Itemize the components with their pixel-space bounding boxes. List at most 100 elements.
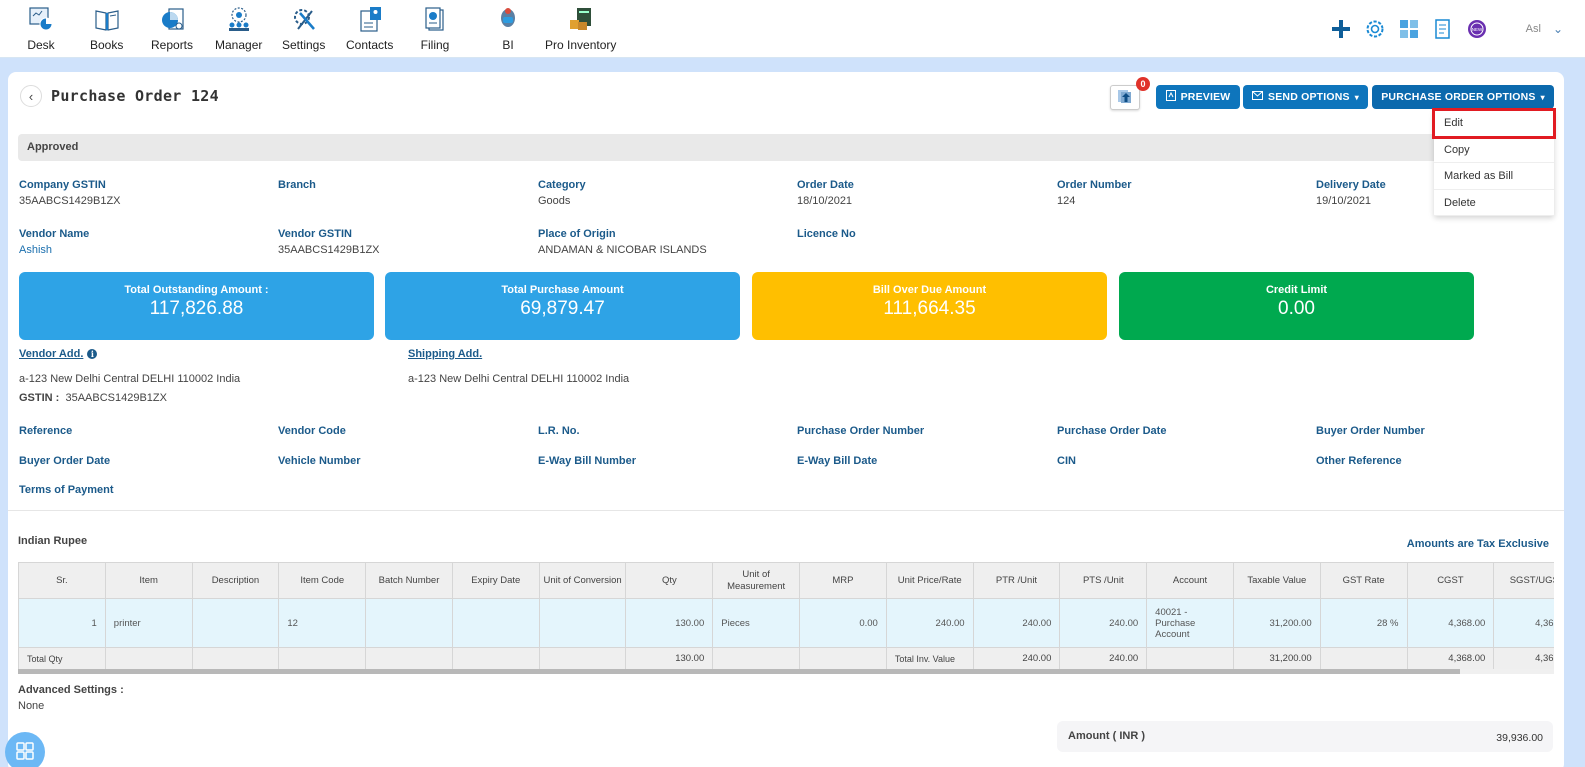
label-lr-no: L.R. No. (538, 425, 580, 437)
nav-manager[interactable]: Manager (215, 4, 262, 52)
table-cell: 130.00 (625, 598, 714, 648)
table-row[interactable]: 1 printer 12 130.00 Pieces 0.00 240.00 240.00 24… (18, 598, 1554, 648)
column-header: PTS /Unit (1059, 562, 1148, 599)
table-cell: 4,368.00 (1493, 598, 1554, 648)
grid-icon (16, 742, 34, 763)
label-cin: CIN (1057, 455, 1076, 467)
table-cell: 4,368.00 (1406, 598, 1495, 648)
total-cell: Total Qty (18, 647, 106, 670)
label-vendor-code: Vendor Code (278, 425, 346, 437)
menu-item-copy[interactable]: Copy (1434, 137, 1554, 163)
table-horizontal-scrollbar[interactable] (18, 669, 1554, 674)
scrollbar-thumb[interactable] (18, 669, 1460, 674)
table-cell (538, 598, 627, 648)
label-other-reference: Other Reference (1316, 455, 1402, 467)
shipping-address-link[interactable]: Shipping Add. (408, 348, 482, 360)
chevron-down-icon[interactable]: ⌄ (1553, 22, 1563, 36)
total-cell (104, 647, 193, 670)
label-eway-bill-number: E-Way Bill Number (538, 455, 636, 467)
nav-desk[interactable]: Desk (26, 4, 56, 52)
total-cell (538, 647, 627, 670)
total-cell: 240.00 (972, 647, 1061, 670)
page-background (0, 58, 8, 767)
info-icon[interactable]: i (87, 349, 98, 359)
field-vendor-gstin: Vendor GSTIN 35AABCS1429B1ZX (278, 228, 380, 256)
column-header: Qty (625, 562, 714, 599)
total-cell (191, 647, 280, 670)
menu-item-marked-as-bill[interactable]: Marked as Bill (1434, 163, 1554, 190)
items-table: Sr. Item Description Item Code Batch Number E… (18, 562, 1554, 677)
table-cell: 40021 - Purchase Account (1146, 598, 1234, 648)
table-cell: 31,200.00 (1232, 598, 1321, 648)
plus-icon[interactable] (1330, 18, 1352, 40)
stat-bill-over-due: Bill Over Due Amount 111,664.35 (752, 272, 1107, 340)
column-header: Item Code (278, 562, 367, 599)
total-cell: 240.00 (1059, 647, 1148, 670)
contacts-icon (355, 4, 385, 34)
manager-icon (224, 4, 254, 34)
table-cell (451, 598, 540, 648)
table-cell (191, 598, 280, 648)
pro-inventory-icon (566, 4, 596, 34)
label-reference: Reference (19, 425, 73, 437)
books-icon (92, 4, 122, 34)
upload-button[interactable] (1110, 85, 1140, 110)
nav-books[interactable]: Books (90, 4, 123, 52)
stat-total-purchase: Total Purchase Amount 69,879.47 (385, 272, 740, 340)
preview-button[interactable]: PREVIEW (1156, 85, 1240, 109)
total-cell: 130.00 (625, 647, 714, 670)
total-cell (1319, 647, 1408, 670)
column-header: SGST/UGST (1493, 562, 1554, 599)
calculator-icon[interactable] (1398, 18, 1420, 40)
top-navigation: Desk Books Reports Manager Settings Cont… (0, 0, 1585, 58)
notes-icon[interactable] (1432, 18, 1454, 40)
svg-text:NEW: NEW (1471, 27, 1482, 32)
nav-reports[interactable]: Reports (151, 4, 193, 52)
status-badge: Approved (18, 134, 1554, 161)
nav-contacts[interactable]: Contacts (346, 4, 393, 52)
total-cell: 4,368.00 (1493, 647, 1554, 670)
table-cell[interactable]: printer (104, 598, 193, 648)
column-header: Batch Number (365, 562, 453, 599)
vendor-name-link[interactable]: Ashish (19, 244, 89, 256)
new-badge-icon[interactable]: NEW (1466, 18, 1488, 40)
total-cell (451, 647, 540, 670)
tax-note: Amounts are Tax Exclusive (1406, 538, 1549, 550)
user-name[interactable]: Asl (1526, 23, 1541, 35)
menu-item-edit[interactable]: Edit (1432, 108, 1556, 139)
nav-pro-inventory[interactable]: Pro Inventory (545, 4, 616, 52)
column-header: Account (1146, 562, 1234, 599)
column-header: Unit of Measurement (712, 562, 801, 599)
menu-item-delete[interactable]: Delete (1434, 190, 1554, 216)
field-place-of-origin: Place of Origin ANDAMAN & NICOBAR ISLAND… (538, 228, 707, 256)
total-cell: 31,200.00 (1232, 647, 1321, 670)
column-header: Description (191, 562, 280, 599)
label-purchase-order-number: Purchase Order Number (797, 425, 925, 437)
gear-icon[interactable] (1364, 18, 1386, 40)
envelope-icon (1252, 91, 1264, 103)
label-purchase-order-date: Purchase Order Date (1057, 425, 1167, 437)
vendor-address-link[interactable]: Vendor Add. i (19, 348, 98, 360)
back-button[interactable]: ‹ (20, 85, 42, 107)
nav-bi[interactable]: BI (493, 4, 523, 52)
apps-menu-button[interactable] (5, 732, 45, 767)
nav-filing[interactable]: Filing (420, 4, 450, 52)
total-cell (278, 647, 367, 670)
caret-down-icon: ▾ (1540, 92, 1545, 102)
field-branch: Branch (278, 179, 316, 191)
filing-icon (420, 4, 450, 34)
page-title: Purchase Order 124 (51, 87, 219, 105)
field-delivery-date: Delivery Date 19/10/2021 (1316, 179, 1386, 207)
stat-total-outstanding: Total Outstanding Amount : 117,826.88 (19, 272, 374, 340)
vendor-address: a-123 New Delhi Central DELHI 110002 Ind… (19, 373, 241, 385)
shipping-address: a-123 New Delhi Central DELHI 110002 Ind… (408, 373, 630, 385)
send-options-button[interactable]: SEND OPTIONS ▾ (1243, 85, 1368, 109)
purchase-order-options-menu: Edit Copy Marked as Bill Delete (1432, 108, 1556, 216)
column-header: Unit Price/Rate (885, 562, 974, 599)
table-header-row: Sr. Item Description Item Code Batch Number E… (18, 562, 1554, 599)
label-buyer-order-number: Buyer Order Number (1316, 425, 1425, 437)
label-vehicle-number: Vehicle Number (278, 455, 361, 467)
nav-settings[interactable]: Settings (282, 4, 325, 52)
purchase-order-options-button[interactable]: PURCHASE ORDER OPTIONS ▾ (1372, 85, 1554, 109)
caret-down-icon: ▾ (1354, 92, 1359, 102)
